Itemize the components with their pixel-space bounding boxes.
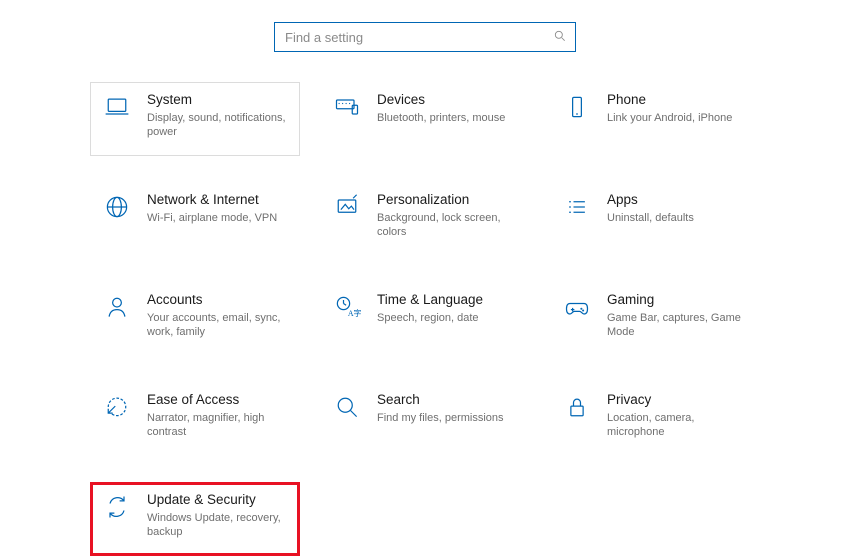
tile-title: Gaming <box>607 291 749 309</box>
time-language-icon: A字 <box>331 291 363 323</box>
tile-sub: Speech, region, date <box>377 311 483 326</box>
search-box[interactable] <box>274 22 576 52</box>
tile-devices[interactable]: Devices Bluetooth, printers, mouse <box>320 82 530 156</box>
tile-sub: Find my files, permissions <box>377 411 504 426</box>
tile-sub: Your accounts, email, sync, work, family <box>147 311 289 341</box>
tile-phone[interactable]: Phone Link your Android, iPhone <box>550 82 760 156</box>
ease-icon <box>101 391 133 423</box>
tile-sub: Link your Android, iPhone <box>607 111 732 126</box>
tile-personalization[interactable]: Personalization Background, lock screen,… <box>320 182 530 256</box>
tile-title: Devices <box>377 91 505 109</box>
tile-sub: Narrator, magnifier, high contrast <box>147 411 289 441</box>
tile-title: Search <box>377 391 504 409</box>
tile-time-language[interactable]: A字 Time & Language Speech, region, date <box>320 282 530 356</box>
tile-sub: Bluetooth, printers, mouse <box>377 111 505 126</box>
tile-privacy[interactable]: Privacy Location, camera, microphone <box>550 382 760 456</box>
tile-update-security[interactable]: Update & Security Windows Update, recove… <box>90 482 300 556</box>
paint-icon <box>331 191 363 223</box>
tile-title: Ease of Access <box>147 391 289 409</box>
tile-title: Privacy <box>607 391 749 409</box>
gamepad-icon <box>561 291 593 323</box>
globe-icon <box>101 191 133 223</box>
tile-system[interactable]: System Display, sound, notifications, po… <box>90 82 300 156</box>
settings-grid: System Display, sound, notifications, po… <box>90 82 760 556</box>
svg-text:A字: A字 <box>348 308 361 318</box>
tile-ease-of-access[interactable]: Ease of Access Narrator, magnifier, high… <box>90 382 300 456</box>
lock-icon <box>561 391 593 423</box>
tile-sub: Location, camera, microphone <box>607 411 749 441</box>
keyboard-icon <box>331 91 363 123</box>
phone-icon <box>561 91 593 123</box>
tile-sub: Uninstall, defaults <box>607 211 694 226</box>
tile-search[interactable]: Search Find my files, permissions <box>320 382 530 456</box>
tile-title: Update & Security <box>147 491 289 509</box>
tile-title: Apps <box>607 191 694 209</box>
sync-icon <box>101 491 133 523</box>
tile-sub: Game Bar, captures, Game Mode <box>607 311 749 341</box>
tile-sub: Wi-Fi, airplane mode, VPN <box>147 211 277 226</box>
tile-sub: Windows Update, recovery, backup <box>147 511 289 541</box>
tile-sub: Background, lock screen, colors <box>377 211 519 241</box>
tile-gaming[interactable]: Gaming Game Bar, captures, Game Mode <box>550 282 760 356</box>
magnifier-icon <box>331 391 363 423</box>
tile-title: Time & Language <box>377 291 483 309</box>
tile-sub: Display, sound, notifications, power <box>147 111 289 141</box>
search-input[interactable] <box>283 29 553 46</box>
tile-title: Phone <box>607 91 732 109</box>
tile-title: System <box>147 91 289 109</box>
list-icon <box>561 191 593 223</box>
tile-title: Network & Internet <box>147 191 277 209</box>
search-icon <box>553 29 567 46</box>
laptop-icon <box>101 91 133 123</box>
tile-apps[interactable]: Apps Uninstall, defaults <box>550 182 760 256</box>
tile-network[interactable]: Network & Internet Wi-Fi, airplane mode,… <box>90 182 300 256</box>
person-icon <box>101 291 133 323</box>
tile-title: Personalization <box>377 191 519 209</box>
tile-title: Accounts <box>147 291 289 309</box>
tile-accounts[interactable]: Accounts Your accounts, email, sync, wor… <box>90 282 300 356</box>
